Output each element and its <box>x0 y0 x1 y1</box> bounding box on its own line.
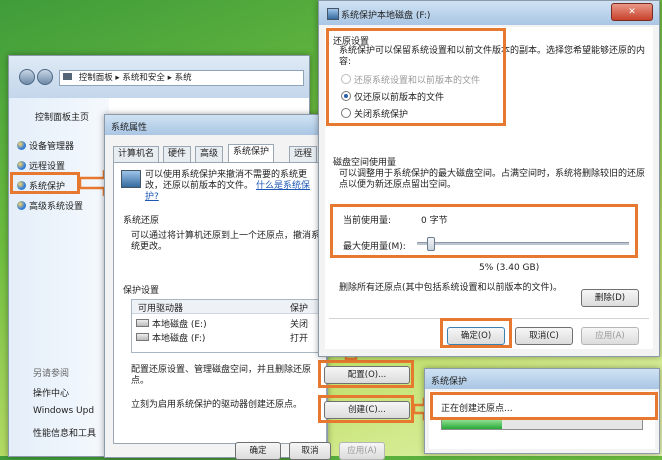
system-properties-cancel-button[interactable]: 取消 <box>289 442 331 460</box>
drive-protection-status: 打开 <box>290 334 309 344</box>
tab-hardware[interactable]: 硬件 <box>163 146 192 162</box>
sidebar-item-advanced-settings[interactable]: 高级系统设置 <box>17 199 83 212</box>
address-bar[interactable]: 控制面板 ▸ 系统和安全 ▸ 系统 <box>59 70 304 86</box>
system-protection-icon <box>121 170 141 188</box>
disk-usage-description: 可以调整用于系统保护的最大磁盘空间。占满空间时，系统将删除较旧的还原点以便为新还… <box>339 169 646 190</box>
drive-name: 本地磁盘 (F:) <box>152 334 206 344</box>
see-also-performance[interactable]: 性能信息和工具 <box>33 426 96 439</box>
nav-back-button[interactable] <box>19 69 35 85</box>
tab-computer-name[interactable]: 计算机名 <box>113 146 160 162</box>
local-disk-cancel-button[interactable]: 取消(C) <box>515 327 573 345</box>
progress-bar <box>441 419 643 430</box>
drives-table: 可用驱动器 保护 本地磁盘 (E:) 关闭 本地磁盘 (F:) 打开 <box>131 299 323 353</box>
highlight-disk-usage <box>330 204 638 258</box>
close-icon: ✕ <box>628 7 636 17</box>
system-restore-heading: 系统还原 <box>123 216 160 226</box>
see-also-action-center[interactable]: 操作中心 <box>33 386 69 399</box>
see-also-heading: 另请参阅 <box>33 369 70 379</box>
breadcrumb-control-panel[interactable]: 控制面板 <box>79 73 113 83</box>
system-restore-description: 可以通过将计算机还原到上一个还原点，撤消系统更改。 <box>131 231 321 252</box>
system-properties-dialog: 系统属性 计算机名 硬件 高级 系统保护 远程 可以使用系统保护来撤消不需要的系… <box>104 114 385 460</box>
sidebar-item-label: 远程设置 <box>29 162 66 172</box>
sidebar-item-label: 设备管理器 <box>29 142 75 152</box>
drive-icon <box>136 333 149 341</box>
sidebar-item-device-manager[interactable]: 设备管理器 <box>17 139 74 152</box>
highlight-creating-message <box>430 392 658 420</box>
highlight-ok-button <box>440 318 512 348</box>
highlight-create-button <box>318 395 414 423</box>
close-button[interactable]: ✕ <box>611 3 653 21</box>
drive-name: 本地磁盘 (E:) <box>152 320 207 330</box>
dialog-app-icon <box>327 8 339 20</box>
system-properties-ok-button[interactable]: 确定 <box>235 442 281 460</box>
local-disk-apply-button[interactable]: 应用(A) <box>581 327 639 345</box>
system-properties-apply-button[interactable]: 应用(A) <box>339 442 385 460</box>
column-header-protection[interactable]: 保护 <box>290 301 308 314</box>
sidebar-item-label: 高级系统设置 <box>29 202 84 212</box>
nav-forward-button[interactable] <box>37 69 53 85</box>
shield-icon <box>17 161 26 170</box>
highlight-configure-button <box>318 360 414 388</box>
highlight-system-protection <box>10 172 80 194</box>
protection-settings-heading: 保护设置 <box>123 286 160 296</box>
table-row[interactable]: 本地磁盘 (E:) 关闭 <box>136 317 320 330</box>
delete-button[interactable]: 删除(D) <box>581 289 639 307</box>
tab-system-protection[interactable]: 系统保护 <box>228 144 275 162</box>
disk-usage-heading: 磁盘空间使用量 <box>333 158 397 168</box>
column-header-drive[interactable]: 可用驱动器 <box>138 301 183 314</box>
sidebar-item-remote-settings[interactable]: 远程设置 <box>17 159 65 172</box>
local-disk-title: 系统保护本地磁盘 (F:) <box>341 11 431 21</box>
see-also-windows-update[interactable]: Windows Upd <box>33 406 94 416</box>
breadcrumb-system[interactable]: 系统 <box>175 73 192 83</box>
breadcrumb-system-security[interactable]: 系统和安全 <box>122 73 165 83</box>
configure-description: 配置还原设置、管理磁盘空间，并且删除还原点。 <box>131 365 312 386</box>
tab-advanced[interactable]: 高级 <box>195 146 224 162</box>
highlight-restore-settings <box>326 28 506 126</box>
progress-fill <box>442 420 502 429</box>
max-usage-value: 5% (3.40 GB) <box>479 263 540 273</box>
tab-remote[interactable]: 远程 <box>289 146 318 162</box>
sidebar-home-link[interactable]: 控制面板主页 <box>35 110 89 123</box>
system-properties-title: 系统属性 <box>111 123 148 133</box>
creating-title: 系统保护 <box>431 377 468 387</box>
drive-icon <box>136 319 149 327</box>
create-description: 立刻为启用系统保护的驱动器创建还原点。 <box>131 400 303 410</box>
shield-icon <box>17 141 26 150</box>
drive-protection-status: 关闭 <box>290 320 309 330</box>
breadcrumb-separator: ▸ <box>167 73 175 83</box>
delete-description: 删除所有还原点(其中包括系统设置和以前版本的文件)。 <box>339 283 563 293</box>
table-row[interactable]: 本地磁盘 (F:) 打开 <box>136 331 320 344</box>
address-computer-icon <box>63 73 72 80</box>
intro-text: 可以使用系统保护来撤消不需要的系统更改，还原以前版本的文件。 什么是系统保护? <box>145 170 315 203</box>
shield-icon <box>17 201 26 210</box>
